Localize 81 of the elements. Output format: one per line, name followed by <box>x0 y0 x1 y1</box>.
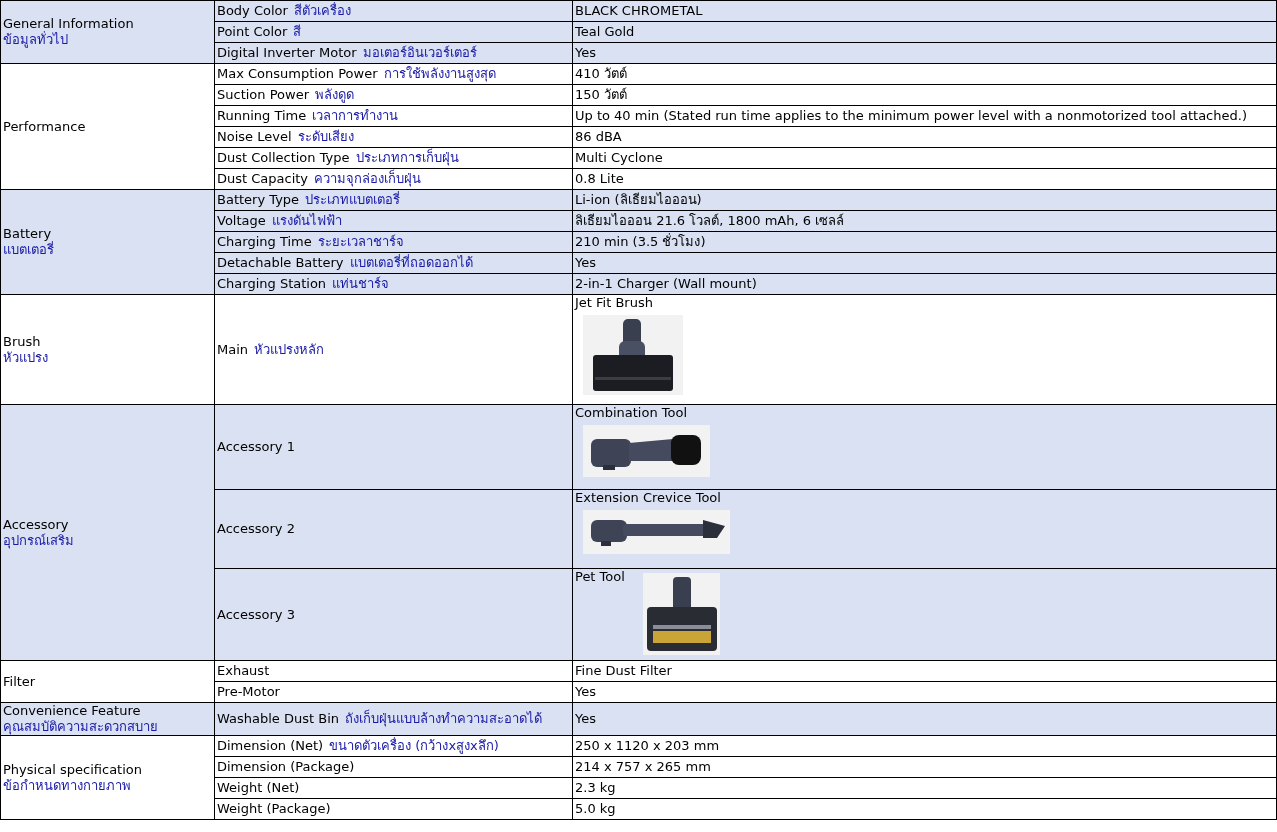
group-title-thai: ข้อมูลทั่วไป <box>3 32 69 48</box>
spec-label: Accessory 1 <box>217 439 295 454</box>
spec-value: 5.0 kg <box>575 801 616 816</box>
group-title: Accessory <box>3 516 70 533</box>
spec-value: Yes <box>575 45 596 60</box>
spec-label-thai: แรงดันไฟฟ้า <box>271 213 342 228</box>
spec-label-thai: ประเภทการเก็บฝุ่น <box>355 150 459 165</box>
spec-label-thai: พลังดูด <box>315 87 354 102</box>
spec-label: Weight (Net) <box>217 780 300 795</box>
spec-label-thai: ขนาดตัวเครื่อง (กว้างxสูงxลึก) <box>329 738 499 753</box>
group-title: Filter <box>3 673 37 690</box>
spec-label: Point Color <box>217 24 288 39</box>
group-title-thai: อุปกรณ์เสริม <box>3 532 75 549</box>
spec-label: Washable Dust Bin <box>217 711 339 726</box>
spec-label: Accessory 2 <box>217 521 295 536</box>
spec-value: Yes <box>575 255 596 270</box>
spec-label-thai: แบตเตอรี่ที่ถอดออกได้ <box>349 255 473 270</box>
group-title: Convenience Feature <box>3 703 142 719</box>
group-title: General Information <box>3 16 135 31</box>
group-title: Performance <box>3 118 87 135</box>
spec-label: Voltage <box>217 213 266 228</box>
spec-value: 214 x 757 x 265 mm <box>575 759 711 774</box>
spec-label: Main <box>217 341 249 357</box>
spec-value: Up to 40 min (Stated run time applies to the minimum power level with a nonmotorized tool attached.) <box>575 108 1247 123</box>
spec-label: Dust Capacity <box>217 171 309 186</box>
spec-value: Fine Dust Filter <box>575 663 672 678</box>
tool-caption: Jet Fit Brush <box>575 295 654 311</box>
spec-label: Exhaust <box>217 663 270 678</box>
spec-label: Detachable Battery <box>217 255 344 270</box>
spec-label: Dimension (Package) <box>217 759 355 774</box>
spec-label-thai: เวลาการทำงาน <box>312 108 399 123</box>
spec-value: 410 วัตต์ <box>575 66 627 81</box>
spec-value: 86 dBA <box>575 129 622 144</box>
spec-value: BLACK CHROMETAL <box>575 3 703 18</box>
spec-value: 2.3 kg <box>575 780 616 795</box>
spec-label-thai: ความจุกล่องเก็บฝุ่น <box>314 171 422 186</box>
tool-caption: Combination Tool <box>575 405 689 421</box>
spec-value: Li-ion (ลิเธียมไอออน) <box>575 192 702 207</box>
spec-label: Accessory 3 <box>217 606 295 622</box>
spec-label-thai: ระยะเวลาชาร์จ <box>317 234 404 249</box>
spec-label: Noise Level <box>217 129 292 144</box>
group-title: Battery <box>3 226 53 241</box>
spec-label-thai: สีตัวเครื่อง <box>293 3 351 18</box>
spec-label-thai: มอเตอร์อินเวอร์เตอร์ <box>362 45 477 60</box>
spec-value: Teal Gold <box>575 24 635 39</box>
spec-label-thai: ระดับเสียง <box>297 129 354 144</box>
spec-label: Charging Station <box>217 276 327 291</box>
group-title-thai: หัวแปรง <box>3 349 49 366</box>
tool-caption: Extension Crevice Tool <box>575 490 722 506</box>
spec-label: Max Consumption Power <box>217 66 378 81</box>
spec-label: Dimension (Net) <box>217 738 324 753</box>
spec-label: Running Time <box>217 108 307 123</box>
spec-label-thai: แท่นชาร์จ <box>332 276 390 291</box>
spec-value: 250 x 1120 x 203 mm <box>575 738 720 753</box>
spec-value: 210 min (3.5 ชั่วโมง) <box>575 234 706 249</box>
spec-value: Yes <box>575 684 596 699</box>
tool-caption: Pet Tool <box>575 569 626 585</box>
spec-label: Digital Inverter Motor <box>217 45 357 60</box>
spec-label: Dust Collection Type <box>217 150 350 165</box>
spec-value: 150 วัตต์ <box>575 87 627 102</box>
spec-label: Pre-Motor <box>217 684 280 699</box>
group-title: Brush <box>3 333 42 350</box>
spec-value: ลิเธียมไอออน 21.6 โวลต์, 1800 mAh, 6 เซลล์ <box>575 213 845 228</box>
spec-value: Multi Cyclone <box>575 150 663 165</box>
spec-label-thai: หัวแปรงหลัก <box>254 341 325 357</box>
group-title-thai: คุณสมบัติความสะดวกสบาย <box>3 719 159 735</box>
spec-value: Yes <box>575 711 596 726</box>
spec-label-thai: การใช้พลังงานสูงสุด <box>383 66 496 81</box>
spec-label: Weight (Package) <box>217 801 331 816</box>
group-title-thai: แบตเตอรี่ <box>3 242 55 258</box>
spec-value: 2-in-1 Charger (Wall mount) <box>575 276 757 291</box>
spec-label: Battery Type <box>217 192 300 207</box>
group-title: Physical specification <box>3 761 143 778</box>
spec-label: Charging Time <box>217 234 312 249</box>
spec-label-thai: สี <box>293 24 302 39</box>
spec-label-thai: ประเภทแบตเตอรี่ <box>305 192 401 207</box>
group-title-thai: ข้อกำหนดทางกายภาพ <box>3 777 132 794</box>
spec-label: Body Color <box>217 3 288 18</box>
spec-label: Suction Power <box>217 87 309 102</box>
spec-value: 0.8 Lite <box>575 171 624 186</box>
spec-label-thai: ถังเก็บฝุ่นแบบล้างทำความสะอาดได้ <box>345 711 542 726</box>
